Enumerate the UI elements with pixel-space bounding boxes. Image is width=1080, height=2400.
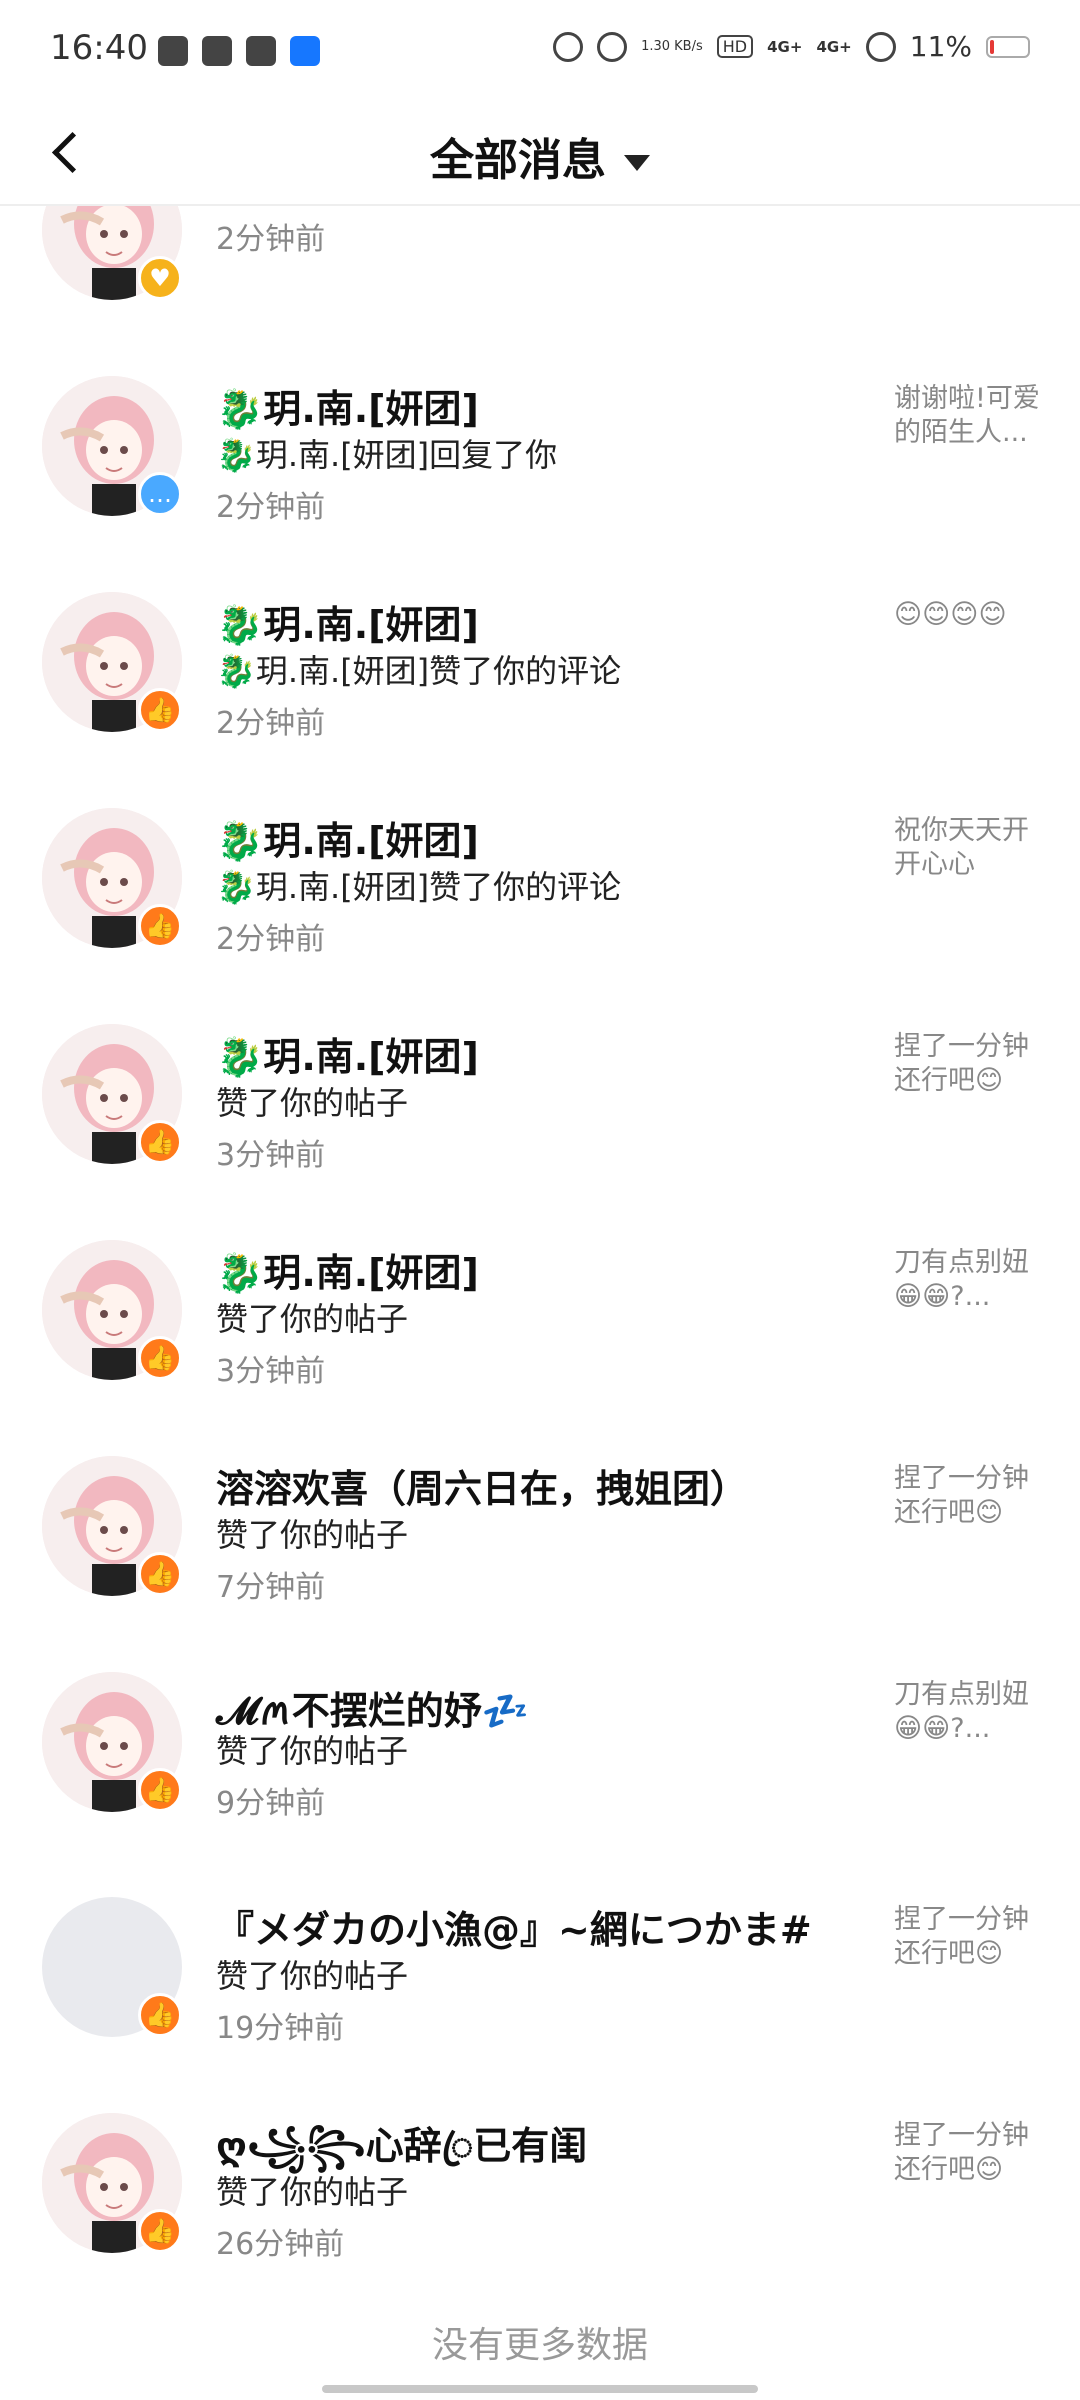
message-time: 26分钟前	[216, 2227, 345, 2262]
sender-name[interactable]: 溶溶欢喜（周六日在，拽姐团）	[216, 1458, 748, 1513]
thumbs-up-icon: 👍	[138, 688, 182, 732]
message-item[interactable]: 👍 溶溶欢喜（周六日在，拽姐团） 赞了你的帖子 7分钟前 捏了一分钟还行吧😊	[0, 1432, 1080, 1648]
message-time: 2分钟前	[216, 222, 326, 257]
sender-name[interactable]: 🐉玥.南.[妍团]	[216, 1242, 479, 1297]
sender-name[interactable]: 🐉玥.南.[妍团]	[216, 810, 479, 865]
message-time: 7分钟前	[216, 1570, 326, 1605]
navigation-bar: 全部消息	[0, 100, 1080, 206]
thumbs-up-icon: 👍	[138, 1768, 182, 1812]
home-indicator[interactable]	[322, 2385, 758, 2393]
message-item[interactable]: 👍 🐉玥.南.[妍团] 赞了你的帖子 3分钟前 捏了一分钟还行吧😊	[0, 1000, 1080, 1216]
message-time: 2分钟前	[216, 922, 326, 957]
signal-1-icon: 4G+	[767, 37, 803, 56]
message-time: 2分钟前	[216, 706, 326, 741]
message-item[interactable]: 👍 ღ꧁꧂心辞ꦿ已有闺 赞了你的帖子 26分钟前 捏了一分钟还行吧😊	[0, 2089, 1080, 2286]
content-snippet[interactable]: 捏了一分钟还行吧😊	[894, 1903, 1044, 1971]
message-item[interactable]: 👍 🐉玥.南.[妍团] 🐉玥.南.[妍团]赞了你的评论 2分钟前 😊😊😊😊	[0, 568, 1080, 784]
status-bar: 16:40 1.30 KB/s HD 4G+ 4G+ 11%	[0, 0, 1080, 100]
message-item[interactable]: 👍 『メダカの小漁@』~網につかま# 赞了你的帖子 19分钟前 捏了一分钟还行吧😊	[0, 1873, 1080, 2089]
thumbs-up-icon: 👍	[138, 1993, 182, 2037]
thumbs-up-icon: 👍	[138, 1552, 182, 1596]
message-list[interactable]: ♥🐉玥.南.[妍团]关注了你2分钟前…🐉玥.南.[妍团]🐉玥.南.[妍团]回复了…	[0, 206, 1080, 2286]
content-snippet[interactable]: 捏了一分钟还行吧😊	[894, 2119, 1044, 2187]
message-time: 9分钟前	[216, 1786, 326, 1821]
message-list-inner: ♥🐉玥.南.[妍团]关注了你2分钟前…🐉玥.南.[妍团]🐉玥.南.[妍团]回复了…	[0, 206, 1080, 2286]
sender-name[interactable]: 🐉玥.南.[妍团]	[216, 378, 479, 433]
battery-icon	[986, 35, 1030, 58]
mute-bell-icon	[597, 31, 628, 62]
message-notification-icon	[246, 36, 276, 66]
caret-down-icon	[624, 155, 650, 171]
thumbs-up-icon: 👍	[138, 2209, 182, 2253]
battery-percent: 11%	[909, 30, 972, 63]
message-action: 🐉玥.南.[妍团]关注了你	[216, 206, 557, 208]
wifi-icon	[865, 31, 896, 62]
message-item[interactable]: … 🐉玥.南.[妍团] 🐉玥.南.[妍团]回复了你 2分钟前 谢谢啦!可爱的陌生人...	[0, 352, 1080, 568]
message-action: 赞了你的帖子	[216, 1300, 409, 1338]
status-indicators: 1.30 KB/s HD 4G+ 4G+ 11%	[553, 30, 1030, 63]
hd-icon: HD	[716, 35, 754, 58]
message-time: 19分钟前	[216, 2011, 345, 2046]
message-action: 🐉玥.南.[妍团]赞了你的评论	[216, 652, 622, 690]
message-action: 🐉玥.南.[妍团]赞了你的评论	[216, 868, 622, 906]
sim-card-icon	[158, 36, 188, 66]
sender-name[interactable]: 🐉玥.南.[妍团]	[216, 1026, 479, 1081]
thumbs-up-icon: 👍	[138, 904, 182, 948]
content-snippet[interactable]: 捏了一分钟还行吧😊	[894, 1030, 1044, 1098]
chat-bubble-icon: …	[138, 472, 182, 516]
message-action: 🐉玥.南.[妍团]回复了你	[216, 436, 558, 474]
sender-name[interactable]: 『メダカの小漁@』~網につかま#	[216, 1899, 812, 1954]
thumbs-up-icon: 👍	[138, 1336, 182, 1380]
notification-icons	[158, 36, 320, 66]
message-item[interactable]: 👍 🐉玥.南.[妍团] 赞了你的帖子 3分钟前 刀有点别妞😁😁?...	[0, 1216, 1080, 1432]
net-speed: 1.30 KB/s	[641, 38, 703, 54]
message-time: 3分钟前	[216, 1354, 326, 1389]
thumbs-up-icon: 👍	[138, 1120, 182, 1164]
alipay-icon	[290, 36, 320, 66]
content-snippet[interactable]: 刀有点别妞😁😁?...	[894, 1678, 1044, 1746]
content-snippet[interactable]: 刀有点别妞😁😁?...	[894, 1246, 1044, 1314]
sender-name[interactable]: 🐉玥.南.[妍团]	[216, 594, 479, 649]
message-filter-dropdown[interactable]: 全部消息	[0, 124, 1080, 188]
page-title: 全部消息	[430, 135, 606, 186]
content-snippet[interactable]: 祝你天天开开心心	[894, 814, 1044, 882]
signal-2-icon: 4G+	[816, 37, 852, 56]
message-action: 赞了你的帖子	[216, 1516, 409, 1554]
app-notification-icon	[202, 36, 232, 66]
status-time: 16:40	[50, 28, 148, 68]
message-time: 2分钟前	[216, 490, 326, 525]
message-action: 赞了你的帖子	[216, 2173, 409, 2211]
content-snippet[interactable]: 谢谢啦!可爱的陌生人...	[894, 382, 1044, 450]
message-time: 3分钟前	[216, 1138, 326, 1173]
battery-level	[990, 39, 994, 54]
message-item[interactable]: 👍 🐉玥.南.[妍团] 🐉玥.南.[妍团]赞了你的评论 2分钟前 祝你天天开开心心	[0, 784, 1080, 1000]
content-snippet[interactable]: 😊😊😊😊	[894, 598, 1044, 632]
message-item[interactable]: ♥ 🐉玥.南.[妍团]关注了你 2分钟前	[0, 206, 1080, 352]
no-more-data-label: 没有更多数据	[431, 2325, 648, 2366]
message-action: 赞了你的帖子	[216, 1084, 409, 1122]
message-action: 赞了你的帖子	[216, 1957, 409, 1995]
message-action: 赞了你的帖子	[216, 1732, 409, 1770]
speedometer-icon	[553, 31, 584, 62]
heart-icon: ♥	[138, 256, 182, 300]
content-snippet[interactable]: 捏了一分钟还行吧😊	[894, 1462, 1044, 1530]
message-item[interactable]: 👍 𝓜ꪔ不摆烂的妤💤 赞了你的帖子 9分钟前 刀有点别妞😁😁?...	[0, 1648, 1080, 1873]
